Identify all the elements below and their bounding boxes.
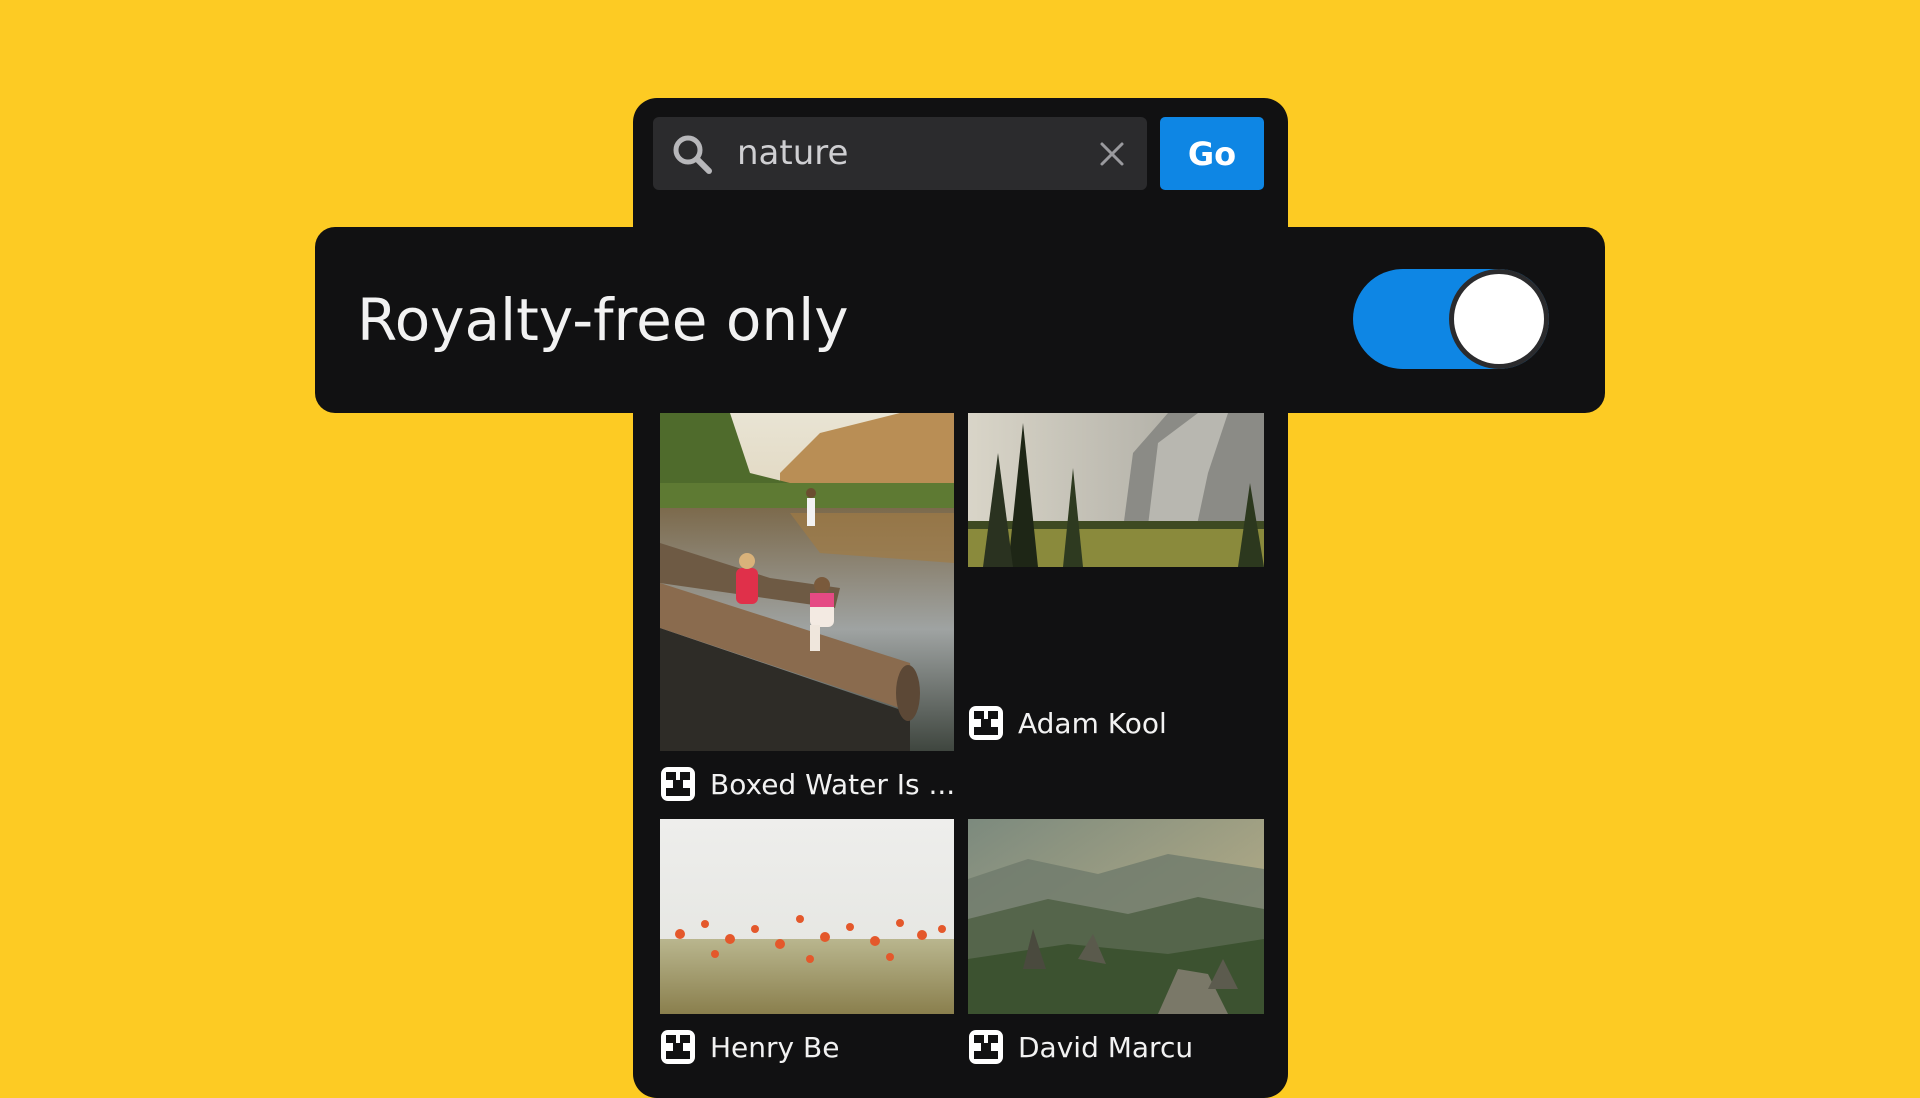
unsplash-icon <box>969 706 1003 740</box>
author-name: Henry Be <box>710 1030 840 1064</box>
go-button[interactable]: Go <box>1160 117 1264 190</box>
author-name: Adam Kool <box>1018 706 1167 740</box>
result-author-4[interactable]: David Marcu <box>968 1025 1193 1069</box>
search-bar[interactable] <box>653 117 1147 190</box>
result-thumbnail-1[interactable] <box>660 413 954 751</box>
author-name: David Marcu <box>1018 1030 1194 1064</box>
search-input[interactable] <box>737 117 1067 190</box>
result-thumbnail-4[interactable] <box>968 819 1264 1014</box>
result-thumbnail-3[interactable] <box>660 819 954 1014</box>
royalty-free-filter: Royalty-free only <box>315 227 1605 413</box>
toggle-knob <box>1449 269 1549 369</box>
result-author-2[interactable]: Adam Kool <box>968 701 1167 745</box>
result-author-1[interactable]: Boxed Water Is ... <box>660 762 955 806</box>
toggle-label: Royalty-free only <box>357 286 849 354</box>
close-icon[interactable] <box>1098 140 1126 168</box>
result-author-3[interactable]: Henry Be <box>660 1025 839 1069</box>
search-icon <box>673 135 712 174</box>
unsplash-icon <box>969 1030 1003 1064</box>
result-thumbnail-2[interactable] <box>968 413 1264 567</box>
royalty-free-toggle[interactable] <box>1353 269 1549 369</box>
author-name: Boxed Water Is ... <box>710 767 956 801</box>
unsplash-icon <box>661 1030 695 1064</box>
unsplash-icon <box>661 767 695 801</box>
